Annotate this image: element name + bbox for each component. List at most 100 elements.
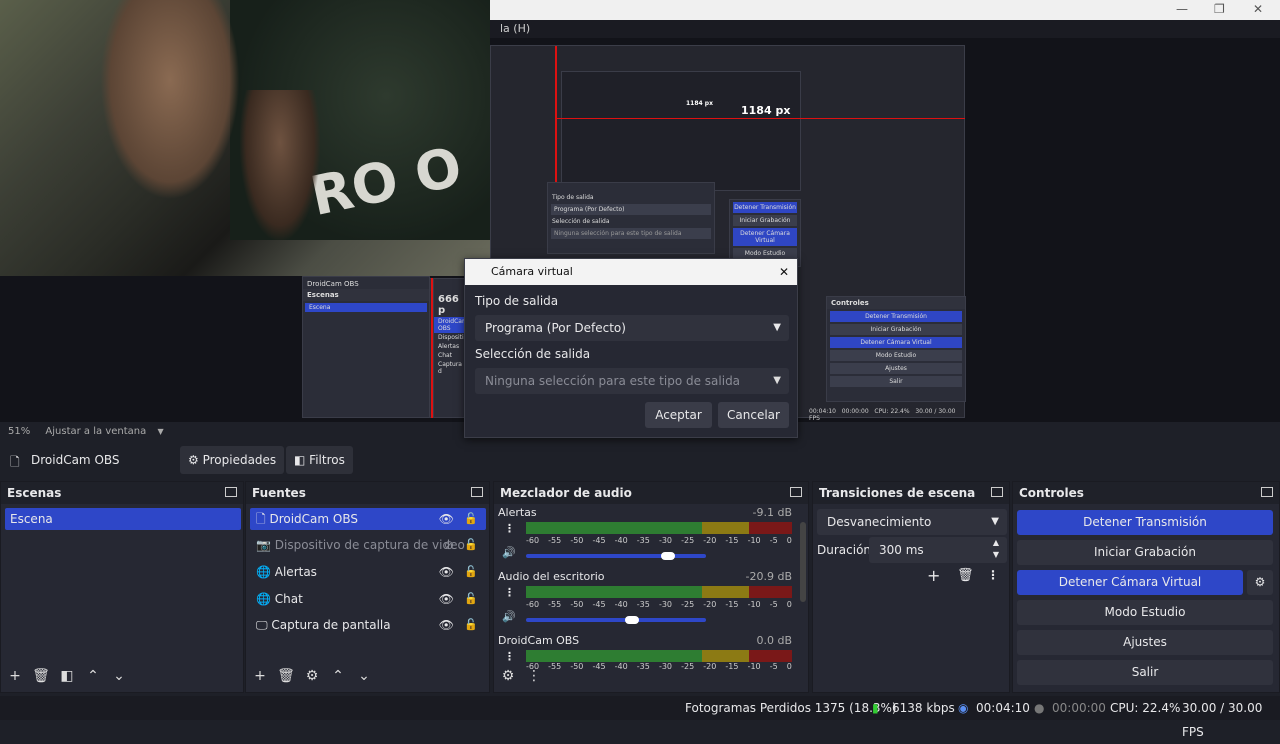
scale-tick: -30 bbox=[658, 662, 673, 671]
filter-icon: ◧ bbox=[294, 453, 306, 467]
scale-tick: -25 bbox=[681, 600, 695, 609]
add-icon[interactable]: + bbox=[927, 566, 940, 585]
add-icon[interactable]: + bbox=[5, 666, 25, 686]
chevron-down-icon[interactable]: ⌄ bbox=[109, 666, 129, 686]
gear-icon[interactable]: ⚙ bbox=[302, 666, 322, 686]
transition-select[interactable]: Desvanecimiento ▼ bbox=[817, 509, 1007, 535]
undock-icon[interactable] bbox=[1261, 487, 1273, 497]
mini-controls: Detener Transmisión Iniciar Grabación De… bbox=[729, 199, 801, 267]
record-time: 00:00:00 bbox=[1052, 701, 1106, 715]
menu-item-help[interactable]: la (H) bbox=[500, 22, 530, 35]
lock-icon[interactable]: 🔓 bbox=[464, 561, 478, 583]
source-item-screen[interactable]: 🖵 Captura de pantalla 👁 🔓 bbox=[250, 614, 486, 636]
scale-tick: -40 bbox=[614, 600, 628, 609]
scale-tick: -45 bbox=[592, 536, 606, 545]
scale-tick: -10 bbox=[747, 600, 761, 609]
chevron-down-icon[interactable]: ▼ bbox=[157, 427, 163, 436]
kebab-icon[interactable]: ⋮ bbox=[987, 568, 999, 582]
transitions-dock: Transiciones de escena Desvanecimiento ▼ … bbox=[812, 481, 1010, 693]
scale-tick: -10 bbox=[747, 662, 761, 671]
level-meter bbox=[526, 650, 792, 662]
cancel-button[interactable]: Cancelar bbox=[718, 402, 789, 428]
mixer-toolbar: ⚙ ⋮ bbox=[498, 666, 544, 688]
chevron-down-icon: ▼ bbox=[773, 375, 781, 386]
person-figure bbox=[100, 0, 240, 200]
scenes-toolbar: + 🗑 ◧ ⌃ ⌄ bbox=[5, 666, 129, 688]
minimize-icon[interactable]: — bbox=[1176, 2, 1188, 16]
undock-icon[interactable] bbox=[790, 487, 802, 497]
source-item-droidcam[interactable]: 🗋 DroidCam OBS 👁 🔓 bbox=[250, 508, 486, 530]
scale-tick: -55 bbox=[548, 536, 562, 545]
scrollbar[interactable] bbox=[800, 522, 806, 602]
chevron-down-icon[interactable]: ⌄ bbox=[354, 666, 374, 686]
undock-icon[interactable] bbox=[471, 487, 483, 497]
kebab-icon[interactable]: ⋮ bbox=[504, 586, 515, 599]
filters-button[interactable]: ◧ Filtros bbox=[286, 446, 353, 474]
output-selection-select[interactable]: Ninguna selección para este tipo de sali… bbox=[475, 368, 789, 394]
dialog-title: Cámara virtual bbox=[491, 265, 573, 278]
eye-hidden-icon[interactable]: ⊘ bbox=[444, 534, 454, 556]
settings-button[interactable]: Ajustes bbox=[1017, 630, 1273, 655]
chevron-up-icon[interactable]: ⌃ bbox=[328, 666, 348, 686]
gear-icon[interactable]: ⚙ bbox=[1247, 570, 1273, 595]
stream-time: 00:04:10 bbox=[976, 701, 1030, 715]
source-item-alertas[interactable]: 🌐 Alertas 👁 🔓 bbox=[250, 561, 486, 583]
scale-tick: -10 bbox=[747, 536, 761, 545]
close-icon[interactable]: ✕ bbox=[779, 259, 789, 285]
speaker-icon[interactable]: 🔊 bbox=[502, 610, 516, 623]
start-recording-button[interactable]: Iniciar Grabación bbox=[1017, 540, 1273, 565]
scene-item[interactable]: Escena bbox=[5, 508, 241, 530]
duration-field[interactable]: 300 ms ▲ ▼ bbox=[869, 537, 1007, 563]
lock-icon[interactable]: 🔓 bbox=[464, 588, 478, 610]
bitrate: 6138 kbps bbox=[892, 701, 955, 715]
eye-icon[interactable]: 👁 bbox=[439, 614, 454, 636]
scale-tick: -55 bbox=[548, 600, 562, 609]
trash-icon[interactable]: 🗑 bbox=[31, 666, 51, 686]
kebab-icon[interactable]: ⋮ bbox=[524, 666, 544, 686]
close-icon[interactable]: ✕ bbox=[1253, 2, 1263, 16]
source-item-chat[interactable]: 🌐 Chat 👁 🔓 bbox=[250, 588, 486, 610]
chevron-down-icon: ▼ bbox=[773, 322, 781, 333]
filter-icon[interactable]: ◧ bbox=[57, 666, 77, 686]
fit-mode[interactable]: Ajustar a la ventana bbox=[45, 426, 146, 437]
scale-tick: -5 bbox=[769, 600, 778, 609]
transitions-title: Transiciones de escena bbox=[813, 482, 1009, 504]
file-icon: 🗋 bbox=[10, 455, 20, 469]
trash-icon[interactable]: 🗑 bbox=[276, 666, 296, 686]
scale-tick: -20 bbox=[703, 536, 717, 545]
lock-icon[interactable]: 🔓 bbox=[464, 534, 478, 556]
kebab-icon[interactable]: ⋮ bbox=[504, 522, 515, 535]
spin-icon[interactable]: ▲ ▼ bbox=[993, 537, 999, 561]
gear-icon[interactable]: ⚙ bbox=[498, 666, 518, 686]
scale-tick: -20 bbox=[703, 600, 717, 609]
signal-icon: ▮ bbox=[872, 701, 879, 715]
eye-icon[interactable]: 👁 bbox=[439, 561, 454, 583]
exit-button[interactable]: Salir bbox=[1017, 660, 1273, 685]
lock-icon[interactable]: 🔓 bbox=[464, 614, 478, 636]
properties-button[interactable]: ⚙ Propiedades bbox=[180, 446, 285, 474]
eye-icon[interactable]: 👁 bbox=[439, 508, 454, 530]
accept-button[interactable]: Aceptar bbox=[645, 402, 712, 428]
lock-icon[interactable]: 🔓 bbox=[464, 508, 478, 530]
add-icon[interactable]: + bbox=[250, 666, 270, 686]
kebab-icon[interactable]: ⋮ bbox=[504, 650, 515, 663]
volume-slider[interactable] bbox=[526, 552, 706, 560]
output-type-select[interactable]: Programa (Por Defecto) ▼ bbox=[475, 315, 789, 341]
maximize-icon[interactable]: ❐ bbox=[1214, 2, 1225, 16]
studio-mode-button[interactable]: Modo Estudio bbox=[1017, 600, 1273, 625]
undock-icon[interactable] bbox=[991, 487, 1003, 497]
stop-virtual-camera-button[interactable]: Detener Cámara Virtual bbox=[1017, 570, 1243, 595]
stop-streaming-button[interactable]: Detener Transmisión bbox=[1017, 510, 1273, 535]
undock-icon[interactable] bbox=[225, 487, 237, 497]
chevron-up-icon[interactable]: ⌃ bbox=[83, 666, 103, 686]
selected-source-name: DroidCam OBS bbox=[31, 453, 120, 467]
trash-icon[interactable]: 🗑 bbox=[957, 568, 974, 583]
source-item-capture[interactable]: 📷 Dispositivo de captura de video ⊘ 🔓 bbox=[250, 534, 486, 556]
eye-icon[interactable]: 👁 bbox=[439, 588, 454, 610]
scenes-dock: Escenas Escena + 🗑 ◧ ⌃ ⌄ bbox=[0, 481, 244, 693]
speaker-icon[interactable]: 🔊 bbox=[502, 546, 516, 559]
scale-tick: -15 bbox=[725, 536, 739, 545]
scale-tick: -40 bbox=[614, 662, 628, 671]
mini-controls-panel: Controles Detener Transmisión Iniciar Gr… bbox=[826, 296, 966, 402]
volume-slider[interactable] bbox=[526, 616, 706, 624]
